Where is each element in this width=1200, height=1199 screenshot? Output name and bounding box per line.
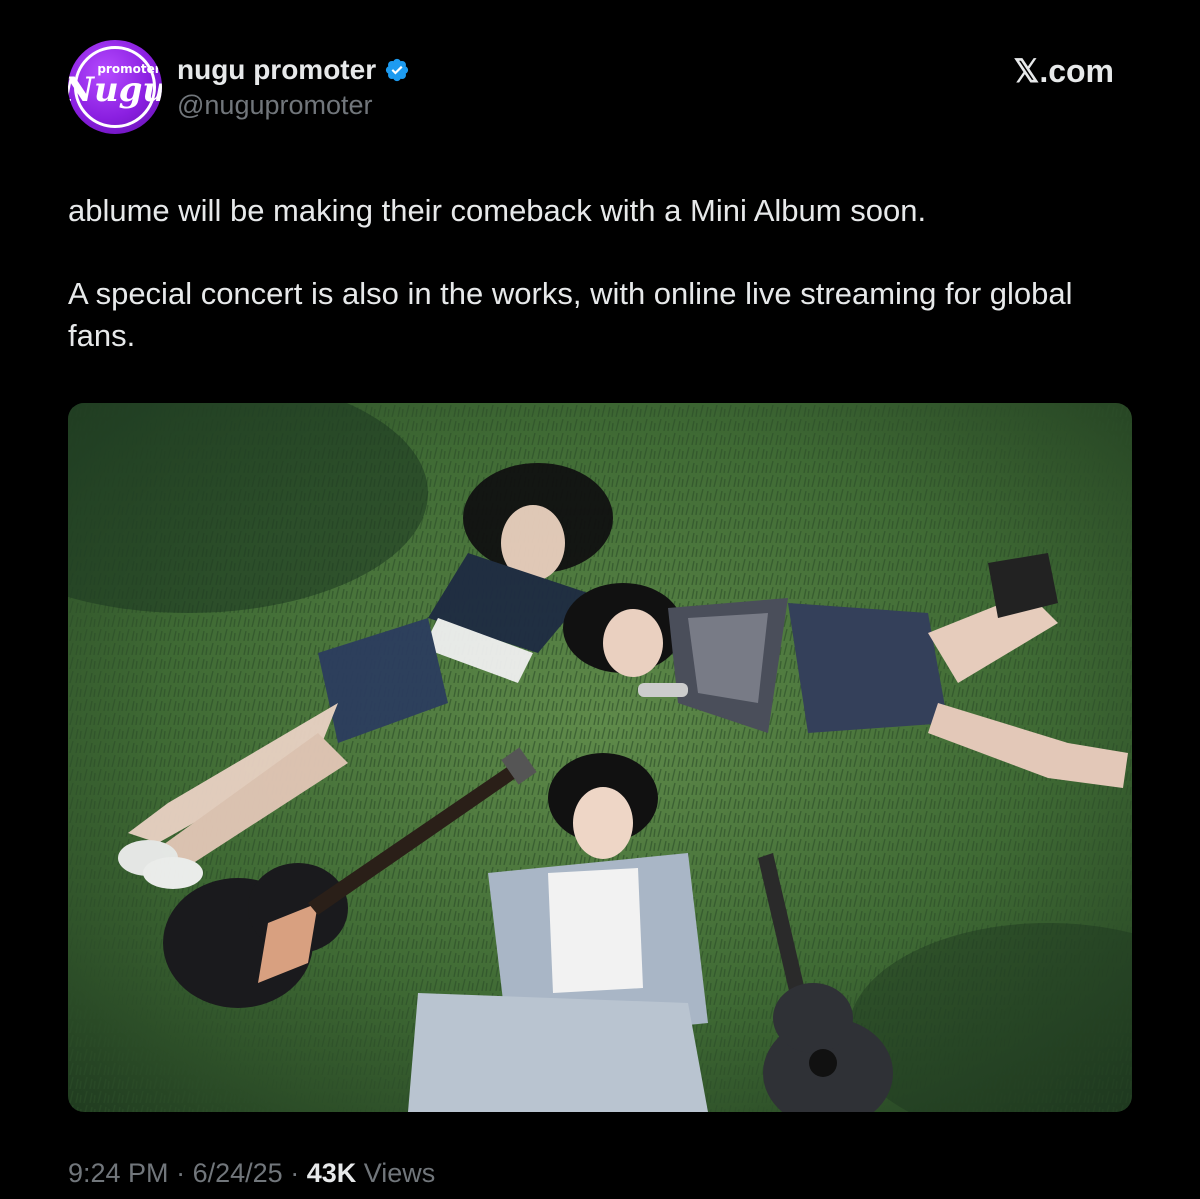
avatar-label-main: Nugu [68, 70, 162, 110]
tweet-photo[interactable] [68, 403, 1132, 1112]
avatar[interactable]: promoter Nugu [68, 40, 162, 134]
views-label: Views [363, 1158, 436, 1188]
tweet-paragraph: A special concert is also in the works, … [68, 276, 1073, 353]
views-count: 43K [306, 1158, 357, 1188]
tweet-time[interactable]: 9:24 PM [68, 1158, 169, 1188]
handle[interactable]: @nugupromoter [177, 90, 373, 121]
display-name[interactable]: nugu promoter [177, 54, 376, 86]
tweet-date[interactable]: 6/24/25 [193, 1158, 283, 1188]
verified-badge-icon [385, 58, 409, 82]
author-name-row[interactable]: nugu promoter [177, 54, 410, 86]
photo-image [68, 403, 1132, 1112]
separator: · [290, 1158, 300, 1188]
site-logo: 𝕏.com [1013, 53, 1114, 89]
separator: · [176, 1158, 186, 1188]
tweet-paragraph: ablume will be making their comeback wit… [68, 193, 927, 228]
tweet-text: ablume will be making their comeback wit… [68, 190, 1118, 398]
tweet-meta: 9:24 PM · 6/24/25 · 43K Views [68, 1158, 435, 1189]
